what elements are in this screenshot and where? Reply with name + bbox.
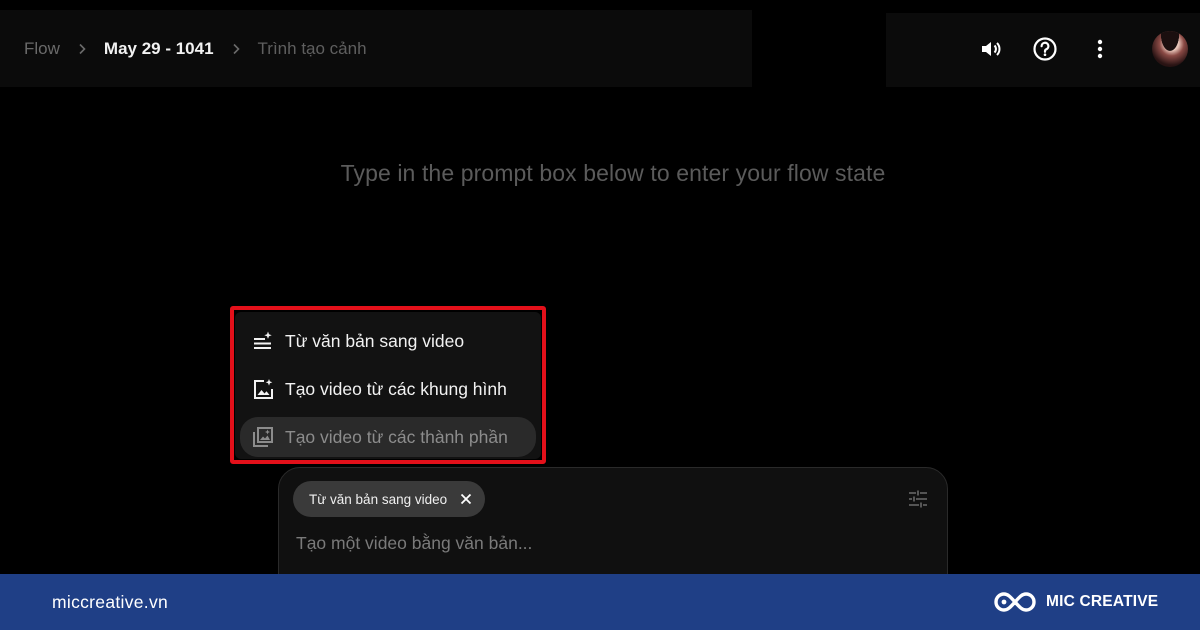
generation-mode-menu: Từ văn bản sang video Tạo video từ các k… [235,312,541,459]
menu-item-frames-to-video[interactable]: Tạo video từ các khung hình [240,369,536,409]
app-window: Flow May 29 - 1041 Trình tạo cảnh Type i… [0,0,1200,630]
brand-name: MIC CREATIVE [1046,593,1159,610]
prompt-input[interactable] [296,530,876,556]
help-icon[interactable] [1030,34,1060,64]
header-actions [976,34,1115,64]
mode-chip[interactable]: Từ văn bản sang video [293,481,486,517]
more-vert-icon[interactable] [1085,34,1115,64]
brand-footer: miccreative.vn MIC CREATIVE [0,574,1200,630]
menu-item-text-to-video[interactable]: Từ văn bản sang video [240,321,536,361]
image-sparkle-icon [251,377,275,401]
tune-settings-icon[interactable] [907,488,929,510]
menu-item-label: Tạo video từ các thành phần [285,426,508,447]
breadcrumb-current-page: Trình tạo cảnh [257,39,367,58]
mode-chip-label: Từ văn bản sang video [309,491,448,507]
brand-logo: MIC CREATIVE [992,588,1158,616]
menu-item-label: Từ văn bản sang video [285,330,465,351]
close-icon[interactable] [459,492,473,506]
chevron-right-icon [76,43,88,55]
text-sparkle-icon [251,329,275,353]
menu-item-ingredients-to-video[interactable]: Tạo video từ các thành phần [240,417,536,457]
user-avatar[interactable] [1152,31,1188,67]
volume-icon[interactable] [976,34,1006,64]
infinity-logo-icon [994,592,1036,612]
menu-item-label: Tạo video từ các khung hình [285,378,507,399]
website-text: miccreative.vn [52,592,169,612]
page-headline: Type in the prompt box below to enter yo… [340,160,886,186]
chevron-right-icon [230,43,242,55]
breadcrumb: Flow May 29 - 1041 Trình tạo cảnh [24,36,367,62]
breadcrumb-root[interactable]: Flow [24,39,60,59]
breadcrumb-project[interactable]: May 29 - 1041 [104,39,214,59]
layers-sparkle-icon [251,425,275,449]
